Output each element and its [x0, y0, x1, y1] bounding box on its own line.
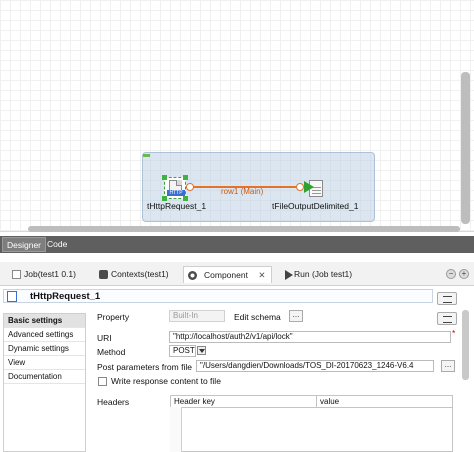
browse-file-button[interactable]: ... [441, 360, 455, 372]
tab-code[interactable]: Code [43, 237, 71, 252]
http-request-label[interactable]: tHttpRequest_1 [147, 201, 206, 211]
output-arrow-icon [304, 181, 314, 193]
run-icon [285, 270, 293, 280]
component-title-bar: tHttpRequest_1 [3, 289, 433, 303]
view-toggle-button[interactable] [437, 292, 457, 305]
tab-component[interactable]: Component ✕ [183, 266, 273, 283]
uri-field[interactable]: "http://localhost/auth2/v1/api/lock" [169, 331, 451, 343]
write-response-label: Write response content to file [111, 376, 221, 386]
minimize-icon[interactable]: − [446, 269, 456, 279]
property-label: Property [97, 312, 130, 322]
tab-designer[interactable]: Designer [2, 237, 47, 252]
table-row-header-column [170, 407, 182, 452]
menu-documentation[interactable]: Documentation [4, 370, 85, 384]
subjob-collapse-marker[interactable] [143, 154, 150, 157]
method-label: Method [97, 347, 126, 357]
post-params-field[interactable]: "/Users/dangdien/Downloads/TOS_DI-201706… [196, 360, 434, 372]
maximize-icon[interactable]: + [459, 269, 469, 279]
file-output-delimited-component[interactable] [304, 178, 326, 200]
uri-label: URI [97, 333, 112, 343]
canvas-horizontal-scrollbar[interactable] [28, 226, 460, 232]
uri-modified-marker: * [452, 328, 456, 338]
editor-tab-bar: Designer Code [0, 236, 474, 253]
headers-label: Headers [97, 397, 130, 407]
flow-label[interactable]: row1 (Main) [221, 187, 263, 196]
write-response-checkbox[interactable] [98, 377, 107, 386]
tab-contexts[interactable]: Contexts(test1) [97, 266, 169, 283]
view-tab-bar: Job(test1 0.1) Contexts(test1) Component… [0, 262, 474, 286]
flow-end-connector[interactable] [296, 183, 304, 191]
component-icon [188, 271, 197, 280]
tab-job[interactable]: Job(test1 0.1) [10, 266, 76, 283]
tab-run[interactable]: Run (Job test1) [280, 266, 352, 283]
flow-start-connector[interactable] [186, 183, 194, 191]
property-select[interactable]: Built-In [169, 310, 225, 322]
contexts-icon [99, 270, 108, 279]
settings-menu: Basic settings Advanced settings Dynamic… [3, 313, 86, 452]
header-key-column[interactable]: Header key [171, 396, 316, 408]
settings-scrollbar[interactable] [462, 310, 469, 380]
tab-job-label: Job(test1 0.1) [24, 269, 76, 279]
http-request-small-icon [7, 291, 17, 302]
headers-table[interactable]: Header key value [170, 395, 453, 452]
tab-run-label: Run (Job test1) [294, 269, 353, 279]
method-select[interactable]: POST [169, 345, 196, 357]
tab-contexts-label: Contexts(test1) [111, 269, 169, 279]
tab-component-label: Component [204, 270, 248, 280]
menu-basic-settings[interactable]: Basic settings [4, 314, 85, 328]
component-title: tHttpRequest_1 [30, 291, 101, 302]
close-icon[interactable]: ✕ [258, 270, 265, 280]
menu-advanced-settings[interactable]: Advanced settings [4, 328, 85, 342]
job-icon [12, 270, 21, 279]
layout-toggle-button[interactable] [437, 312, 457, 325]
menu-dynamic-settings[interactable]: Dynamic settings [4, 342, 85, 356]
header-value-column[interactable]: value [317, 396, 452, 408]
edit-schema-button[interactable]: ... [289, 310, 303, 322]
canvas-vertical-scrollbar[interactable] [461, 72, 470, 224]
post-params-label: Post parameters from file [97, 362, 192, 372]
selection-handle-ne[interactable] [183, 175, 188, 180]
file-output-label[interactable]: tFileOutputDelimited_1 [272, 201, 358, 211]
edit-schema-label: Edit schema [234, 312, 281, 322]
chevron-down-icon[interactable] [197, 346, 206, 355]
menu-view[interactable]: View [4, 356, 85, 370]
selection-handle-nw[interactable] [162, 175, 167, 180]
